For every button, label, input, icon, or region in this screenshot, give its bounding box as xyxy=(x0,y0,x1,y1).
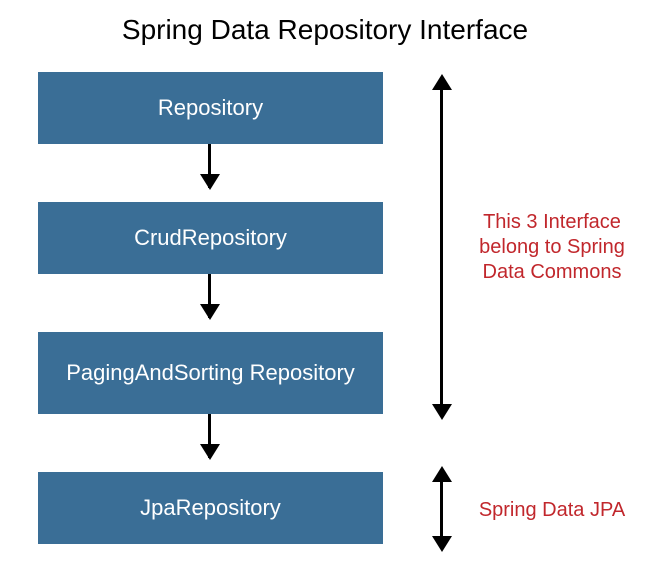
diagram-title: Spring Data Repository Interface xyxy=(0,14,650,46)
diagram-canvas: Spring Data Repository Interface Reposit… xyxy=(0,0,650,576)
range-arrow-icon xyxy=(440,88,443,406)
arrow-down-icon xyxy=(208,144,211,188)
note-spring-data-commons: This 3 Interface belong to Spring Data C… xyxy=(468,210,636,285)
arrow-down-icon xyxy=(208,414,211,458)
box-crud-repository: CrudRepository xyxy=(38,202,383,274)
box-label: CrudRepository xyxy=(134,225,287,250)
box-paging-and-sorting-repository: PagingAndSorting Repository xyxy=(38,332,383,414)
box-jpa-repository: JpaRepository xyxy=(38,472,383,544)
range-arrow-icon xyxy=(440,480,443,538)
box-label: JpaRepository xyxy=(140,495,281,520)
box-label: PagingAndSorting Repository xyxy=(66,360,355,385)
arrow-down-icon xyxy=(208,274,211,318)
note-spring-data-jpa: Spring Data JPA xyxy=(468,498,636,523)
box-repository: Repository xyxy=(38,72,383,144)
box-label: Repository xyxy=(158,95,263,120)
